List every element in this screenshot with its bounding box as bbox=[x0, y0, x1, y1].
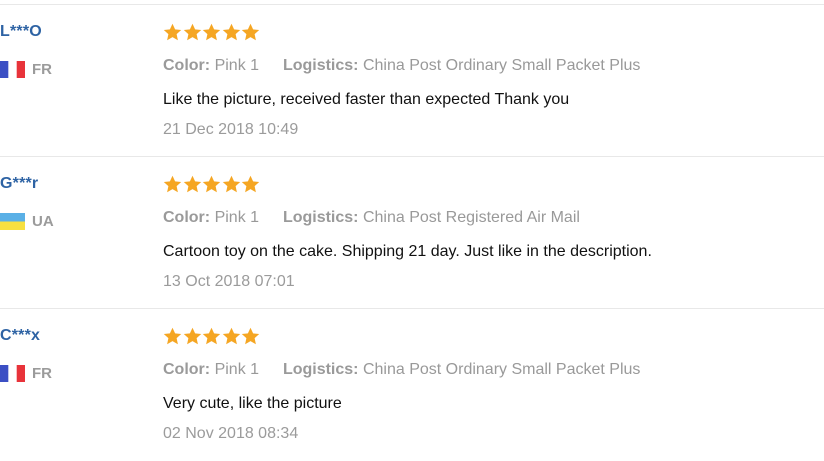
flag-fr-icon bbox=[0, 60, 25, 78]
color-label: Color: bbox=[163, 57, 211, 74]
logistics-label: Logistics: bbox=[282, 209, 359, 226]
logistics-value: China Post Ordinary Small Packet Plus bbox=[362, 361, 641, 378]
star-icon bbox=[241, 327, 260, 345]
review-text: Cartoon toy on the cake. Shipping 21 day… bbox=[163, 243, 652, 260]
star-rating bbox=[163, 175, 261, 194]
country-code: FR bbox=[32, 60, 52, 78]
logistics-label: Logistics: bbox=[282, 361, 359, 378]
review-text: Very cute, like the picture bbox=[163, 395, 342, 412]
logistics-value: China Post Ordinary Small Packet Plus bbox=[362, 57, 641, 74]
star-icon bbox=[222, 23, 240, 41]
review-attributes: Color: Pink 1 Logistics: China Post Ordi… bbox=[163, 361, 640, 379]
reviewer-country: UA bbox=[0, 211, 54, 231]
review-text: Like the picture, received faster than e… bbox=[163, 91, 570, 108]
star-icon bbox=[202, 327, 221, 345]
star-icon bbox=[183, 327, 201, 345]
star-icon bbox=[163, 175, 182, 193]
review-date: 21 Dec 2018 10:49 bbox=[163, 121, 299, 138]
star-icon bbox=[202, 23, 221, 41]
review-item: G***r UA Color: Pink 1 Logistics: China … bbox=[0, 157, 824, 309]
color-label: Color: bbox=[163, 361, 211, 378]
country-code: UA bbox=[32, 212, 54, 230]
star-rating bbox=[163, 23, 261, 42]
review-attributes: Color: Pink 1 Logistics: China Post Ordi… bbox=[163, 57, 640, 75]
star-icon bbox=[202, 175, 221, 193]
star-icon bbox=[163, 23, 182, 41]
reviewer-country: FR bbox=[0, 363, 52, 383]
reviewer-country: FR bbox=[0, 59, 52, 79]
reviewer-name: G***r bbox=[0, 175, 39, 192]
star-icon bbox=[241, 23, 260, 41]
logistics-value: China Post Registered Air Mail bbox=[362, 209, 580, 226]
country-code: FR bbox=[32, 364, 52, 382]
flag-ua-icon bbox=[0, 212, 25, 230]
star-icon bbox=[222, 327, 240, 345]
reviewer-name: L***O bbox=[0, 23, 42, 40]
flag-fr-icon bbox=[0, 364, 25, 382]
color-value: Pink 1 bbox=[214, 57, 260, 74]
star-rating bbox=[163, 327, 261, 346]
reviews-list: L***O FR Color: Pink 1 Logistics: China … bbox=[0, 0, 824, 446]
color-label: Color: bbox=[163, 209, 211, 226]
review-item: C***x FR Color: Pink 1 Logistics: China … bbox=[0, 309, 824, 461]
star-icon bbox=[241, 175, 260, 193]
reviewer-name: C***x bbox=[0, 327, 41, 344]
review-date: 02 Nov 2018 08:34 bbox=[163, 425, 299, 442]
star-icon bbox=[183, 23, 201, 41]
logistics-label: Logistics: bbox=[282, 57, 359, 74]
star-icon bbox=[222, 175, 240, 193]
star-icon bbox=[183, 175, 201, 193]
star-icon bbox=[163, 327, 182, 345]
review-attributes: Color: Pink 1 Logistics: China Post Regi… bbox=[163, 209, 580, 227]
color-value: Pink 1 bbox=[214, 209, 260, 226]
review-item: L***O FR Color: Pink 1 Logistics: China … bbox=[0, 5, 824, 157]
review-date: 13 Oct 2018 07:01 bbox=[163, 273, 295, 290]
color-value: Pink 1 bbox=[214, 361, 260, 378]
